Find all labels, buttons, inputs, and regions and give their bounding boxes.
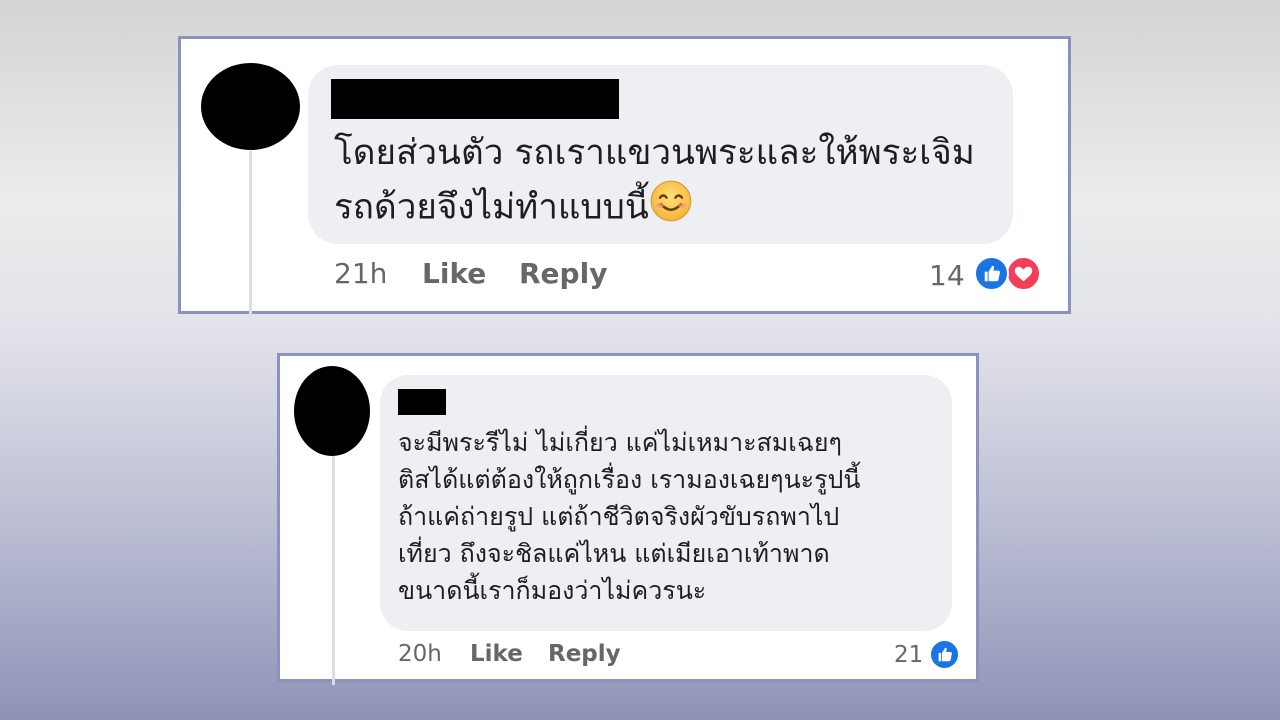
thread-line bbox=[332, 456, 335, 685]
reaction-count[interactable]: 14 bbox=[929, 259, 965, 292]
avatar[interactable] bbox=[201, 63, 300, 150]
redacted-author-name bbox=[398, 389, 446, 415]
reply-button[interactable]: Reply bbox=[519, 257, 607, 290]
like-button[interactable]: Like bbox=[470, 641, 523, 667]
like-button[interactable]: Like bbox=[422, 257, 486, 290]
comment-text: จะมีพระรีไม่ ไม่เกี่ยว แค่ไม่เหมาะสมเฉยๆ… bbox=[398, 428, 861, 605]
like-icon[interactable] bbox=[929, 639, 960, 670]
thread-line bbox=[249, 151, 252, 317]
smiling-face-emoji bbox=[649, 179, 693, 238]
reaction-count[interactable]: 21 bbox=[894, 642, 923, 668]
page: { "comments": [ { "text": "โดยส่วนตัว รถ… bbox=[0, 0, 1280, 720]
avatar[interactable] bbox=[294, 366, 370, 456]
reply-button[interactable]: Reply bbox=[548, 641, 621, 667]
comment-timestamp[interactable]: 20h bbox=[398, 641, 442, 667]
comment-card: โดยส่วนตัว รถเราแขวนพระและให้พระเจิม รถด… bbox=[178, 36, 1071, 317]
comment-card: จะมีพระรีไม่ ไม่เกี่ยว แค่ไม่เหมาะสมเฉยๆ… bbox=[277, 353, 979, 685]
comment-timestamp[interactable]: 21h bbox=[334, 257, 387, 290]
like-icon[interactable] bbox=[974, 256, 1009, 291]
redacted-author-name bbox=[331, 79, 619, 119]
comment-text: โดยส่วนตัว รถเราแขวนพระและให้พระเจิม รถด… bbox=[334, 127, 975, 238]
love-icon[interactable] bbox=[1006, 256, 1041, 291]
